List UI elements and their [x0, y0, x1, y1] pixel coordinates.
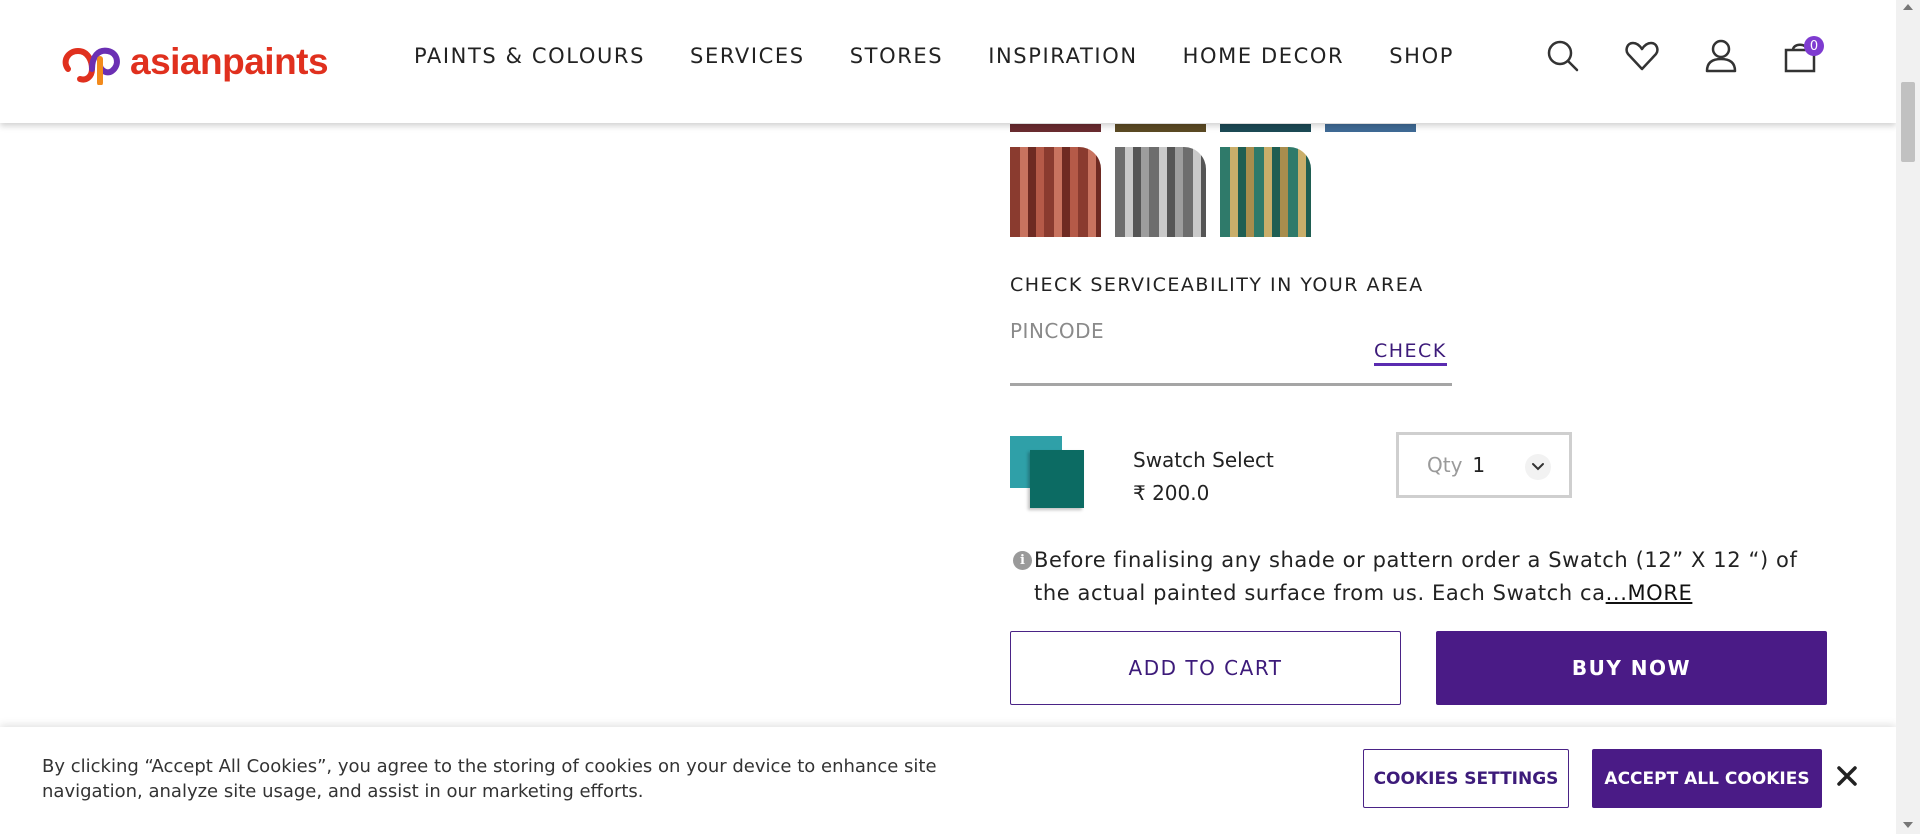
- pattern-swatch[interactable]: [1325, 124, 1416, 132]
- heart-icon[interactable]: [1624, 38, 1660, 74]
- pattern-swatch[interactable]: [1010, 124, 1101, 132]
- serviceability-title: CHECK SERVICEABILITY IN YOUR AREA: [1010, 274, 1424, 296]
- chevron-down-icon: [1525, 454, 1551, 480]
- accept-all-cookies-button[interactable]: ACCEPT ALL COOKIES: [1592, 749, 1822, 808]
- swatch-product-thumbnail: [1010, 436, 1084, 508]
- nav-stores[interactable]: STORES: [850, 44, 943, 68]
- header-actions: 0: [1545, 36, 1861, 74]
- quantity-select[interactable]: Qty 1: [1396, 432, 1572, 498]
- user-icon[interactable]: [1703, 38, 1739, 74]
- pattern-swatch[interactable]: [1115, 124, 1206, 132]
- swatch-note: Before finalising any shade or pattern o…: [1012, 544, 1828, 610]
- pattern-swatch[interactable]: [1010, 147, 1101, 237]
- qty-label: Qty: [1427, 453, 1463, 477]
- product-name: Swatch Select: [1133, 448, 1274, 472]
- pattern-swatch[interactable]: [1115, 147, 1206, 237]
- cart-count-badge: 0: [1804, 36, 1824, 56]
- product-price: ₹ 200.0: [1133, 481, 1210, 505]
- page-scrollbar[interactable]: [1896, 0, 1920, 834]
- add-to-cart-button[interactable]: ADD TO CART: [1010, 631, 1401, 705]
- cart-icon[interactable]: 0: [1782, 36, 1824, 74]
- nav-home-decor[interactable]: HOME DECOR: [1183, 44, 1345, 68]
- scroll-thumb[interactable]: [1901, 82, 1915, 162]
- pattern-swatch[interactable]: [1220, 124, 1311, 132]
- brand-mark-icon: [62, 47, 120, 85]
- qty-value: 1: [1472, 453, 1486, 477]
- close-icon[interactable]: [1834, 763, 1860, 789]
- search-icon[interactable]: [1545, 38, 1581, 74]
- pattern-swatch[interactable]: [1220, 147, 1311, 237]
- brand-logo[interactable]: asianpaints: [60, 36, 329, 88]
- nav-paints-colours[interactable]: PAINTS & COLOURS: [414, 44, 645, 68]
- cookie-banner: By clicking “Accept All Cookies”, you ag…: [0, 727, 1896, 834]
- buy-now-button[interactable]: BUY NOW: [1436, 631, 1827, 705]
- main-nav: PAINTS & COLOURS SERVICES STORES INSPIRA…: [414, 44, 1499, 68]
- brand-name: asianpaints: [130, 41, 329, 82]
- site-header: asianpaints PAINTS & COLOURS SERVICES ST…: [0, 0, 1896, 123]
- check-pincode-button[interactable]: CHECK: [1374, 340, 1447, 366]
- nav-services[interactable]: SERVICES: [690, 44, 805, 68]
- more-link[interactable]: ...MORE: [1606, 581, 1693, 605]
- scroll-up-arrow-icon[interactable]: [1903, 4, 1913, 10]
- nav-inspiration[interactable]: INSPIRATION: [988, 44, 1137, 68]
- cookie-text: By clicking “Accept All Cookies”, you ag…: [42, 756, 937, 802]
- cookies-settings-button[interactable]: COOKIES SETTINGS: [1363, 749, 1569, 808]
- nav-shop[interactable]: SHOP: [1389, 44, 1454, 68]
- scroll-down-arrow-icon[interactable]: [1903, 822, 1913, 828]
